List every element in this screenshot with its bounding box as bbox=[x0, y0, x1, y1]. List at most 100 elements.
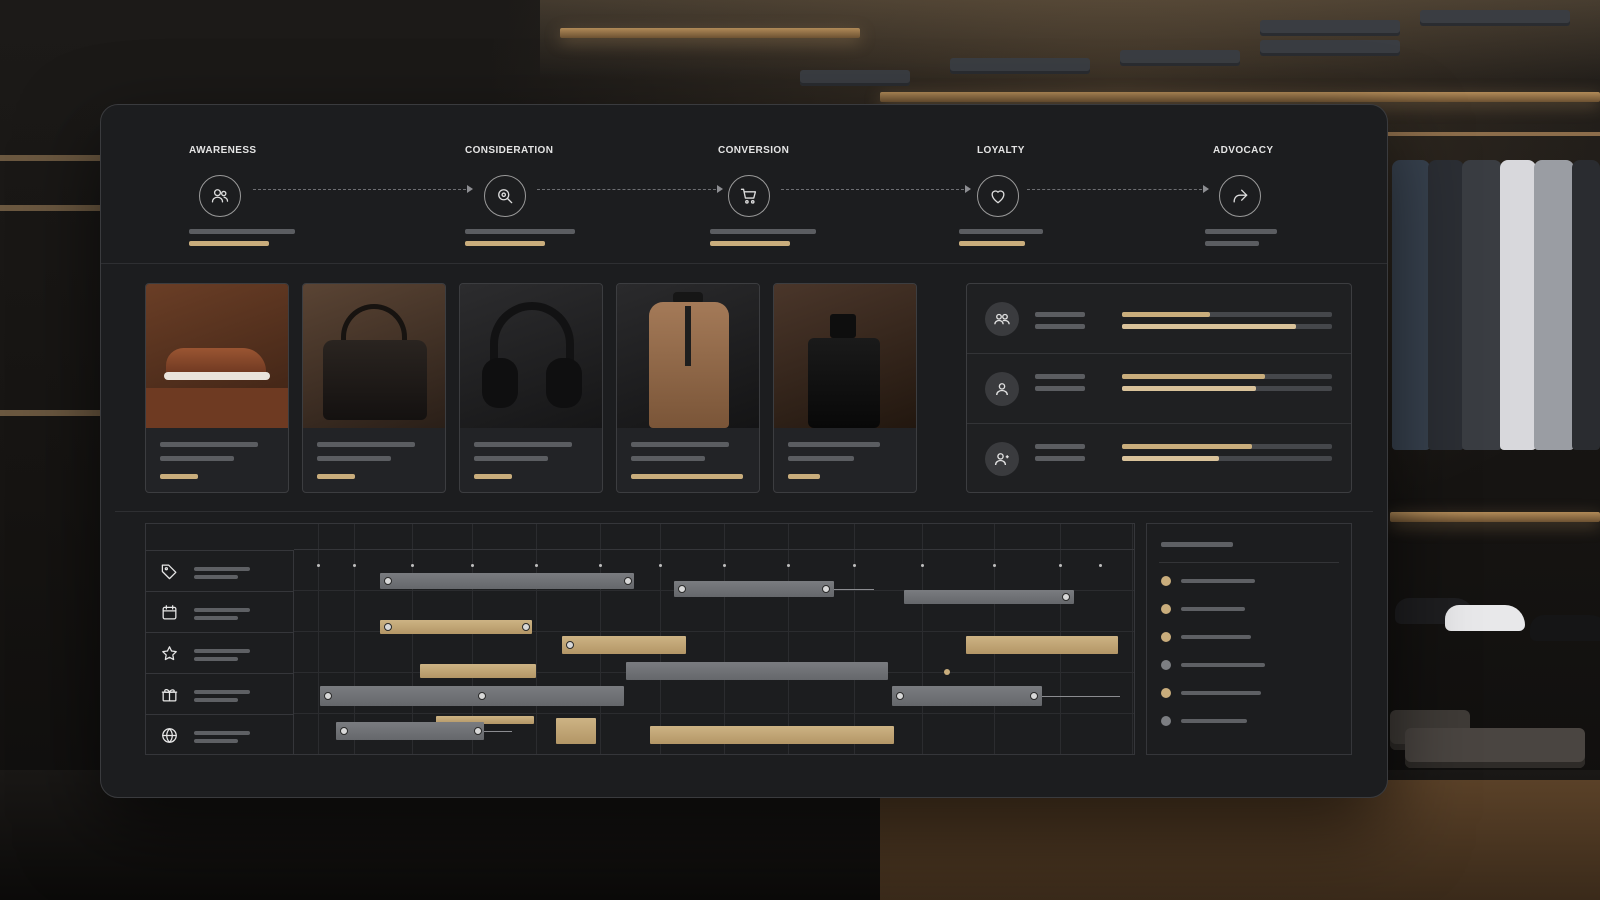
segment-metric-fill bbox=[1122, 324, 1297, 329]
bar-handle[interactable] bbox=[384, 577, 392, 585]
segment-metric-track bbox=[1122, 456, 1332, 461]
bar-handle[interactable] bbox=[324, 692, 332, 700]
timeline-bar[interactable] bbox=[420, 664, 536, 678]
legend-item[interactable] bbox=[1161, 686, 1331, 700]
timeline-bar[interactable] bbox=[380, 620, 532, 634]
stage-advocacy[interactable]: ADVOCACY bbox=[1205, 145, 1373, 246]
stage-metric-bar bbox=[465, 241, 545, 246]
row-label-bar bbox=[194, 731, 250, 735]
stage-awareness[interactable]: AWARENESS bbox=[189, 145, 349, 246]
heart-icon[interactable] bbox=[977, 175, 1019, 217]
legend-title-bar bbox=[1161, 542, 1233, 547]
product-card-perfume[interactable] bbox=[773, 283, 917, 493]
timeline-bar[interactable] bbox=[626, 662, 888, 680]
bar-handle[interactable] bbox=[1030, 692, 1038, 700]
timeline-bar[interactable] bbox=[674, 581, 834, 597]
timeline-bar[interactable] bbox=[904, 590, 1074, 604]
stage-metric-bar bbox=[959, 229, 1043, 234]
timeline-bar[interactable] bbox=[556, 718, 596, 744]
sneaker-image bbox=[146, 284, 288, 428]
legend-item[interactable] bbox=[1161, 630, 1331, 644]
tick-dot bbox=[317, 564, 320, 567]
stage-conversion[interactable]: CONVERSION bbox=[710, 145, 878, 246]
section-divider bbox=[101, 263, 1387, 264]
dependency-line bbox=[834, 589, 874, 590]
tick-dot bbox=[411, 564, 414, 567]
tick-dot bbox=[535, 564, 538, 567]
bar-handle[interactable] bbox=[340, 727, 348, 735]
garment bbox=[1500, 160, 1536, 450]
tick-dot bbox=[353, 564, 356, 567]
segment-label-bar bbox=[1035, 444, 1085, 449]
stage-metric-bar bbox=[1205, 229, 1277, 234]
legend-item[interactable] bbox=[1161, 602, 1331, 616]
row-label-bar bbox=[194, 690, 250, 694]
timeline-bar[interactable] bbox=[966, 636, 1118, 654]
folded-stack bbox=[1260, 20, 1400, 36]
segment-row[interactable] bbox=[967, 284, 1351, 354]
stage-consideration[interactable]: CONSIDERATION bbox=[465, 145, 625, 246]
product-card-trench-coat[interactable] bbox=[616, 283, 760, 493]
bar-handle[interactable] bbox=[384, 623, 392, 631]
bar-handle[interactable] bbox=[522, 623, 530, 631]
segment-row[interactable] bbox=[967, 354, 1351, 424]
legend-item[interactable] bbox=[1161, 574, 1331, 588]
timeline-bar[interactable] bbox=[380, 573, 634, 589]
timeline-row-gift[interactable] bbox=[146, 673, 294, 714]
garment bbox=[1462, 160, 1502, 450]
segment-metric-track bbox=[1122, 386, 1332, 391]
timeline-bar[interactable] bbox=[562, 636, 686, 654]
segment-row[interactable] bbox=[967, 424, 1351, 494]
customer-segments bbox=[966, 283, 1352, 493]
timeline-bar[interactable] bbox=[892, 686, 1042, 706]
row-label-bar bbox=[194, 649, 250, 653]
milestone-dot[interactable] bbox=[944, 669, 950, 675]
timeline-row-tag[interactable] bbox=[146, 550, 294, 591]
segment-label-bar bbox=[1035, 374, 1085, 379]
legend-item[interactable] bbox=[1161, 658, 1331, 672]
timeline-row-globe[interactable] bbox=[146, 714, 294, 755]
stage-metric-bar bbox=[465, 229, 575, 234]
legend-label-bar bbox=[1181, 635, 1251, 639]
card-subtitle-bar bbox=[474, 456, 548, 461]
share-icon[interactable] bbox=[1219, 175, 1261, 217]
legend-item[interactable] bbox=[1161, 714, 1331, 728]
legend-dot bbox=[1161, 632, 1171, 642]
users-icon[interactable] bbox=[199, 175, 241, 217]
segment-metric-track bbox=[1122, 312, 1332, 317]
timeline-row-calendar[interactable] bbox=[146, 591, 294, 632]
garment bbox=[1428, 160, 1464, 450]
tick-dot bbox=[471, 564, 474, 567]
tick-dot bbox=[599, 564, 602, 567]
bar-handle[interactable] bbox=[896, 692, 904, 700]
gridline bbox=[922, 524, 923, 754]
search-icon[interactable] bbox=[484, 175, 526, 217]
tick-dot bbox=[993, 564, 996, 567]
folded-garment bbox=[1405, 728, 1585, 768]
timeline-bar[interactable] bbox=[336, 722, 484, 740]
upper-shelf bbox=[880, 92, 1600, 102]
legend-label-bar bbox=[1181, 663, 1265, 667]
product-card-handbag[interactable] bbox=[302, 283, 446, 493]
bar-handle[interactable] bbox=[474, 727, 482, 735]
timeline-bar[interactable] bbox=[650, 726, 894, 744]
bar-handle[interactable] bbox=[822, 585, 830, 593]
timeline-bar[interactable] bbox=[320, 686, 624, 706]
legend-dot bbox=[1161, 716, 1171, 726]
bar-handle[interactable] bbox=[566, 641, 574, 649]
card-price-bar bbox=[317, 474, 355, 479]
bar-handle[interactable] bbox=[678, 585, 686, 593]
shoe bbox=[1445, 605, 1525, 631]
product-card-headphones[interactable] bbox=[459, 283, 603, 493]
bar-handle[interactable] bbox=[624, 577, 632, 585]
bar-handle[interactable] bbox=[1062, 593, 1070, 601]
stage-loyalty[interactable]: LOYALTY bbox=[959, 145, 1137, 246]
timeline-row-star[interactable] bbox=[146, 632, 294, 673]
calendar-icon bbox=[162, 605, 177, 620]
legend-label-bar bbox=[1181, 579, 1255, 583]
dependency-line bbox=[484, 731, 512, 732]
legend-label-bar bbox=[1181, 691, 1261, 695]
product-card-sneaker[interactable] bbox=[145, 283, 289, 493]
bar-handle[interactable] bbox=[478, 692, 486, 700]
cart-icon[interactable] bbox=[728, 175, 770, 217]
